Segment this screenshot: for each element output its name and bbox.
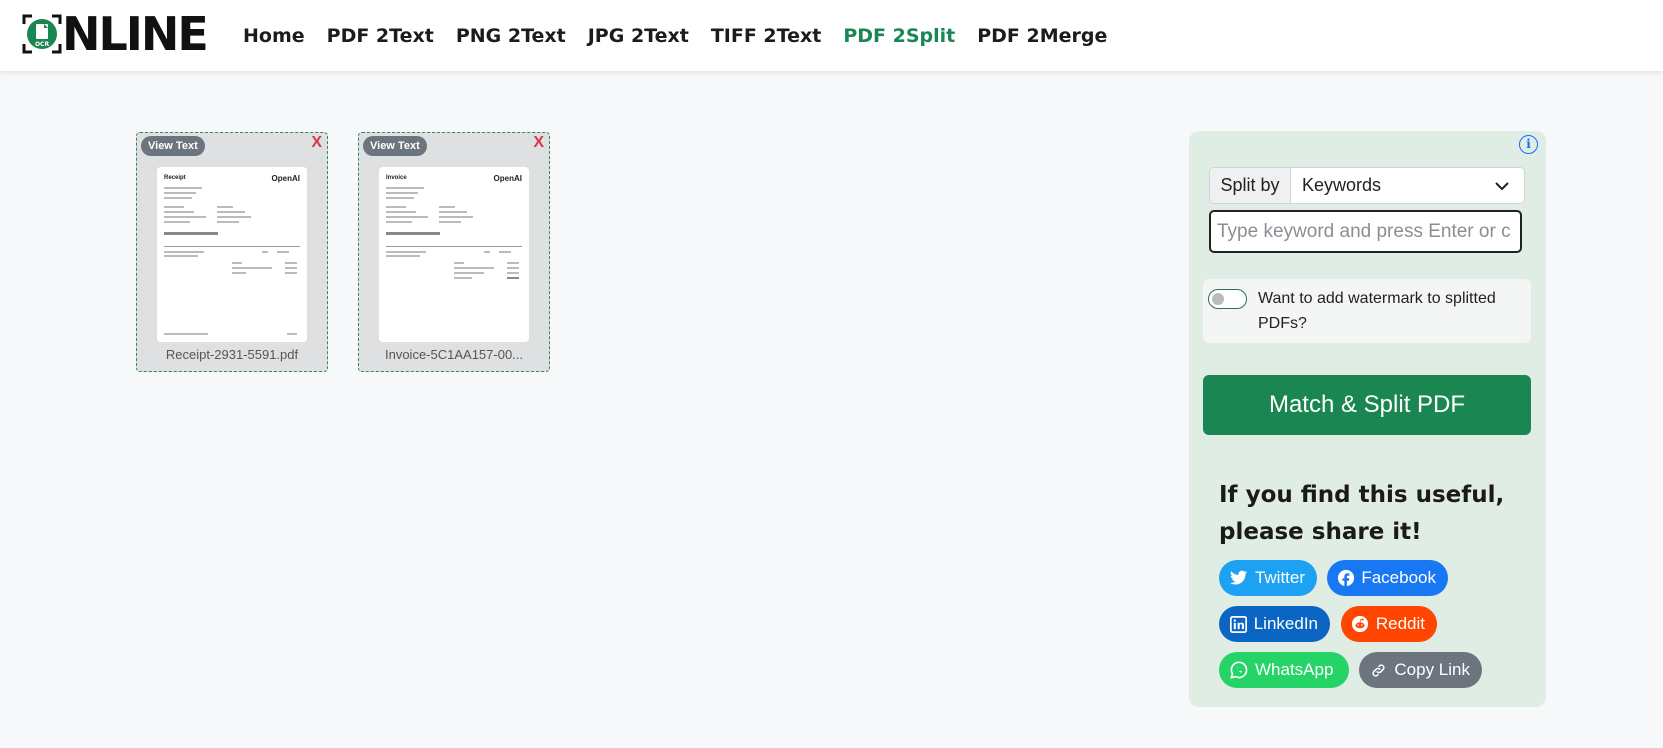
remove-file-button[interactable]: X <box>533 134 544 152</box>
whatsapp-icon <box>1229 660 1249 680</box>
nav-pdf-2text[interactable]: PDF 2Text <box>327 25 434 47</box>
nav-pdf-2split[interactable]: PDF 2Split <box>843 25 955 47</box>
logo-o-icon: OCR <box>22 14 62 54</box>
keyword-input[interactable] <box>1209 210 1522 253</box>
reddit-label: Reddit <box>1375 614 1425 633</box>
split-by-group: Split by Keywords <box>1209 167 1525 204</box>
view-text-button[interactable]: View Text <box>363 136 427 156</box>
split-by-select[interactable]: Keywords <box>1291 168 1524 203</box>
pdf-thumbnail[interactable]: Invoice OpenAI <box>379 167 529 342</box>
top-header: OCR NLINE Home PDF 2Text PNG 2Text JPG 2… <box>0 0 1663 71</box>
link-icon <box>1369 660 1388 680</box>
linkedin-icon <box>1229 614 1248 634</box>
copy-link-label: Copy Link <box>1394 660 1470 679</box>
thumbnail-doc-title: Receipt <box>164 175 186 181</box>
nav-jpg-2text[interactable]: JPG 2Text <box>588 25 689 47</box>
split-by-label: Split by <box>1210 168 1291 203</box>
linkedin-label: LinkedIn <box>1253 614 1318 633</box>
whatsapp-share-button[interactable]: WhatsApp <box>1219 652 1349 688</box>
copy-link-button[interactable]: Copy Link <box>1359 652 1482 688</box>
thumbnail-doc-brand: OpenAI <box>493 174 522 183</box>
twitter-share-button[interactable]: Twitter <box>1219 560 1317 596</box>
watermark-label: Want to add watermark to splitted PDFs? <box>1258 290 1496 332</box>
file-card[interactable]: View Text X Invoice OpenAI Invoice-5C1AA… <box>358 132 550 372</box>
file-card[interactable]: View Text X Receipt OpenAI Receipt-2931-… <box>136 132 328 372</box>
facebook-share-button[interactable]: Facebook <box>1327 560 1448 596</box>
match-split-button[interactable]: Match & Split PDF <box>1203 375 1531 435</box>
reddit-icon <box>1351 614 1370 634</box>
share-heading: If you find this useful, please share it… <box>1219 482 1505 545</box>
reddit-share-button[interactable]: Reddit <box>1341 606 1437 642</box>
nav-tiff-2text[interactable]: TIFF 2Text <box>711 25 821 47</box>
thumbnail-doc-brand: OpenAI <box>271 174 300 183</box>
logo-text: NLINE <box>62 7 209 61</box>
view-text-button[interactable]: View Text <box>141 136 205 156</box>
chevron-down-icon <box>1495 181 1509 190</box>
remove-file-button[interactable]: X <box>311 134 322 152</box>
nav-home[interactable]: Home <box>243 25 305 47</box>
info-icon[interactable]: i <box>1519 135 1538 154</box>
file-name: Invoice-5C1AA157-00... <box>384 347 524 362</box>
svg-text:OCR: OCR <box>35 41 50 48</box>
watermark-toggle[interactable] <box>1208 289 1247 309</box>
nav-pdf-2merge[interactable]: PDF 2Merge <box>977 25 1107 47</box>
site-logo[interactable]: OCR NLINE <box>20 7 209 61</box>
main-nav: Home PDF 2Text PNG 2Text JPG 2Text TIFF … <box>243 0 1129 71</box>
nav-png-2text[interactable]: PNG 2Text <box>456 25 566 47</box>
facebook-label: Facebook <box>1361 568 1436 587</box>
split-options-panel: i Split by Keywords Want to add watermar… <box>1189 131 1546 707</box>
linkedin-share-button[interactable]: LinkedIn <box>1219 606 1330 642</box>
twitter-label: Twitter <box>1254 568 1305 587</box>
twitter-icon <box>1229 568 1249 588</box>
thumbnail-doc-title: Invoice <box>386 175 407 181</box>
watermark-option: Want to add watermark to splitted PDFs? <box>1203 279 1531 343</box>
split-by-value: Keywords <box>1302 175 1382 195</box>
facebook-icon <box>1337 568 1355 588</box>
whatsapp-label: WhatsApp <box>1255 660 1334 679</box>
pdf-thumbnail[interactable]: Receipt OpenAI <box>157 167 307 342</box>
file-name: Receipt-2931-5591.pdf <box>165 347 299 362</box>
